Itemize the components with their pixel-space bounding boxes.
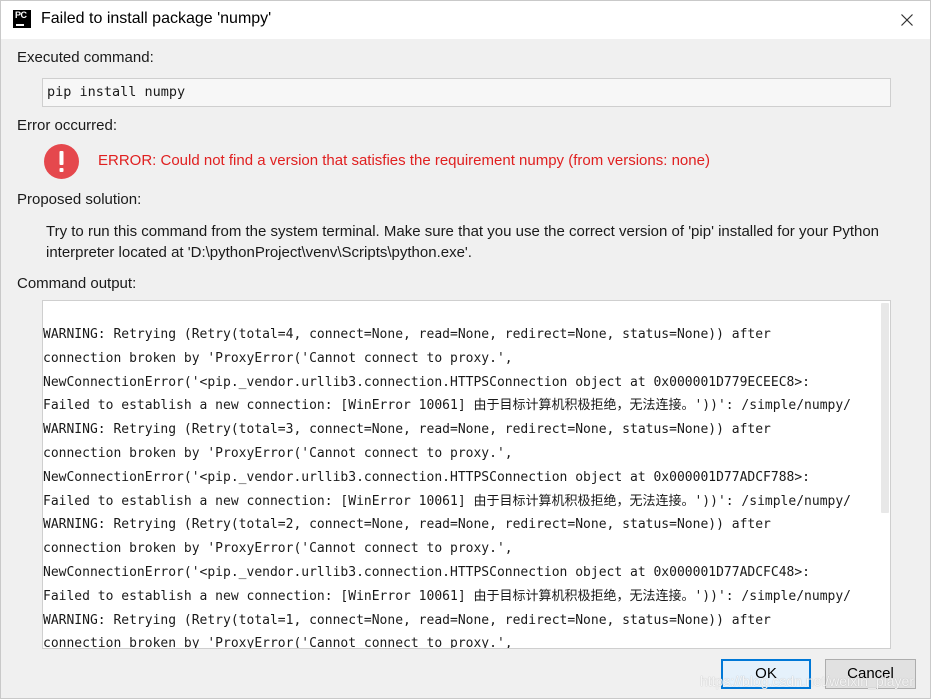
- window-title: Failed to install package 'numpy': [41, 10, 272, 27]
- output-line: Failed to establish a new connection: [W…: [43, 493, 851, 509]
- executed-command-field[interactable]: pip install numpy: [42, 78, 891, 107]
- pycharm-icon: PC: [13, 10, 31, 28]
- output-scroll-thumb[interactable]: [881, 303, 889, 513]
- output-line: WARNING: Retrying (Retry(total=1, connec…: [43, 612, 771, 628]
- error-message: ERROR: Could not find a version that sat…: [98, 152, 710, 169]
- output-line: connection broken by 'ProxyError('Cannot…: [43, 350, 513, 366]
- output-line: connection broken by 'ProxyError('Cannot…: [43, 636, 513, 649]
- title-bar: PC Failed to install package 'numpy': [1, 1, 930, 39]
- output-line: NewConnectionError('<pip._vendor.urllib3…: [43, 564, 811, 580]
- close-icon: [901, 14, 913, 26]
- executed-command-label: Executed command:: [17, 49, 154, 66]
- command-output-label: Command output:: [17, 275, 137, 292]
- command-output-area[interactable]: WARNING: Retrying (Retry(total=4, connec…: [42, 300, 891, 649]
- output-line: WARNING: Retrying (Retry(total=4, connec…: [43, 327, 771, 342]
- output-line: WARNING: Retrying (Retry(total=3, connec…: [43, 422, 771, 438]
- output-line: connection broken by 'ProxyError('Cannot…: [43, 541, 513, 557]
- error-circle-icon: [44, 144, 79, 179]
- output-line: connection broken by 'ProxyError('Cannot…: [43, 445, 513, 461]
- output-scrollbar[interactable]: [879, 301, 890, 648]
- output-line: Failed to establish a new connection: [W…: [43, 398, 851, 414]
- command-output-lines: WARNING: Retrying (Retry(total=4, connec…: [43, 323, 890, 649]
- app-icon-glyph: PC: [15, 10, 27, 20]
- proposed-solution-text: Try to run this command from the system …: [46, 223, 880, 261]
- proposed-solution-label: Proposed solution:: [17, 191, 142, 208]
- close-button[interactable]: [884, 1, 930, 39]
- output-line: NewConnectionError('<pip._vendor.urllib3…: [43, 374, 811, 390]
- output-line: WARNING: Retrying (Retry(total=2, connec…: [43, 517, 771, 533]
- install-failed-dialog: PC Failed to install package 'numpy' Exe…: [0, 0, 931, 699]
- watermark: https://blog.csdn.net/weixin_player: [699, 673, 914, 689]
- output-line: NewConnectionError('<pip._vendor.urllib3…: [43, 469, 811, 485]
- error-occurred-label: Error occurred:: [17, 117, 118, 134]
- output-line: Failed to establish a new connection: [W…: [43, 588, 851, 604]
